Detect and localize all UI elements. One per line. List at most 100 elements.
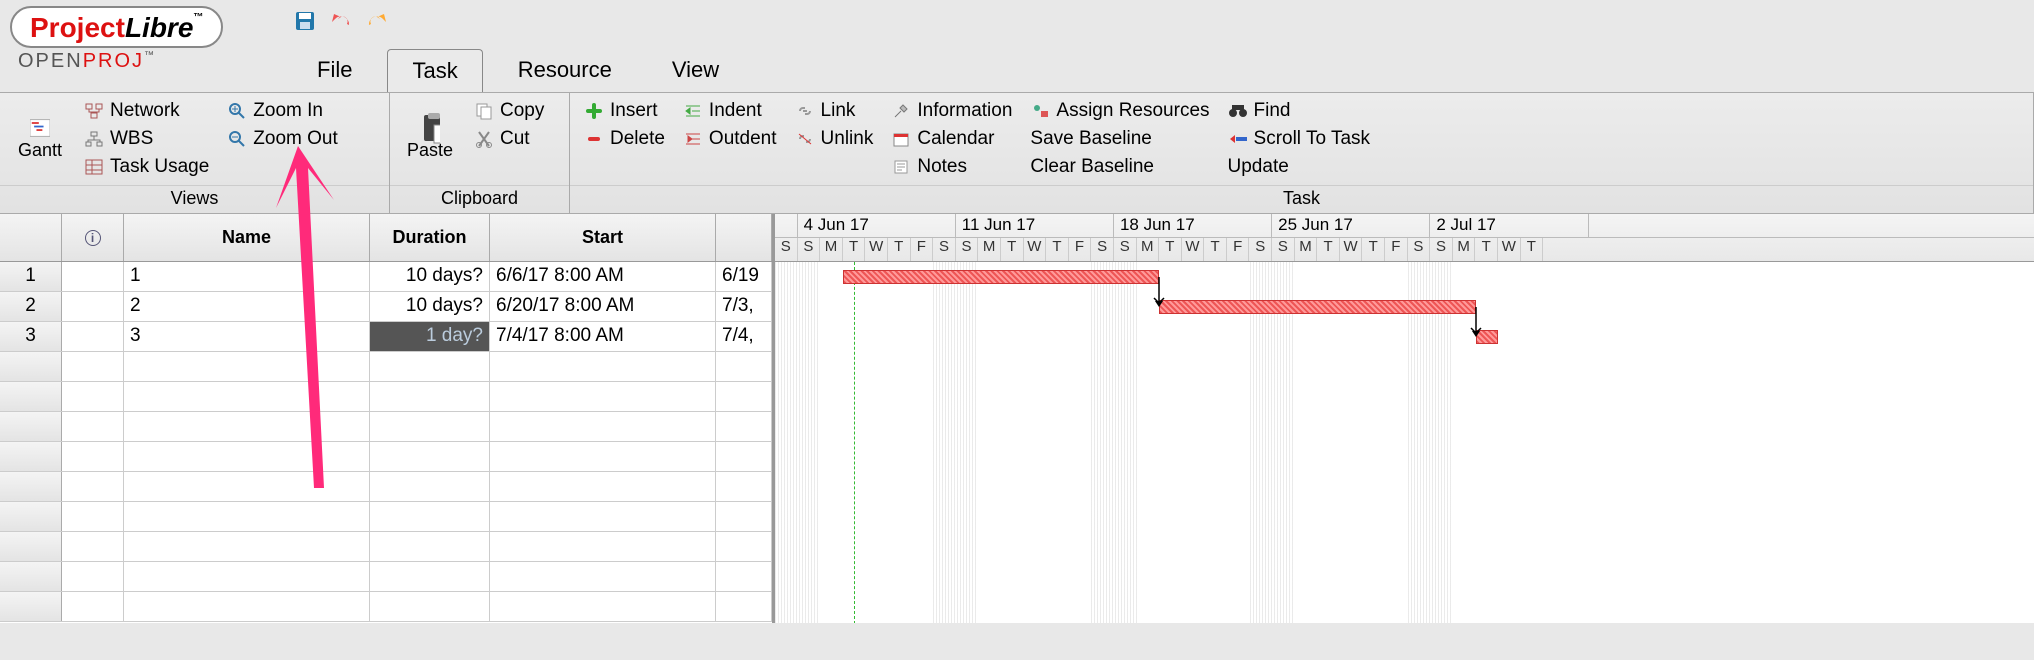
table-row[interactable]	[0, 532, 772, 562]
cell-start[interactable]: 6/6/17 8:00 AM	[490, 262, 716, 291]
gantt-bar[interactable]	[1159, 300, 1475, 314]
cell-duration[interactable]: 10 days?	[370, 292, 490, 321]
tab-task[interactable]: Task	[387, 49, 482, 92]
find-button[interactable]: Find	[1224, 99, 1375, 123]
notes-button[interactable]: Notes	[887, 155, 1016, 179]
day-header: T	[1159, 238, 1182, 261]
col-header-start[interactable]: Start	[490, 214, 716, 261]
cut-button[interactable]: Cut	[470, 127, 548, 151]
table-row[interactable]	[0, 502, 772, 532]
cell-finish[interactable]: 7/4,	[716, 322, 772, 351]
main-menu: File Task Resource View	[292, 48, 744, 92]
assign-resources-button[interactable]: Assign Resources	[1026, 99, 1213, 123]
cell-info[interactable]	[62, 262, 124, 291]
content-area: i Name Duration Start 1110 days?6/6/17 8…	[0, 213, 2034, 623]
day-header: T	[1362, 238, 1385, 261]
task-grid: i Name Duration Start 1110 days?6/6/17 8…	[0, 214, 775, 623]
table-row[interactable]	[0, 412, 772, 442]
gantt-icon	[30, 118, 50, 138]
scroll-to-task-button[interactable]: Scroll To Task	[1224, 127, 1375, 151]
minus-icon	[584, 129, 604, 149]
insert-button[interactable]: Insert	[580, 99, 669, 123]
table-row[interactable]	[0, 592, 772, 622]
calendar-icon	[891, 129, 911, 149]
col-header-name[interactable]: Name	[124, 214, 370, 261]
tab-view[interactable]: View	[647, 48, 744, 92]
cell-finish[interactable]: 6/19	[716, 262, 772, 291]
unlink-button[interactable]: Unlink	[791, 127, 878, 151]
paste-button[interactable]: Paste	[400, 99, 460, 179]
zoom-out-button[interactable]: Zoom Out	[223, 127, 341, 151]
indent-button[interactable]: Indent	[679, 99, 781, 123]
redo-button[interactable]	[364, 8, 390, 34]
save-baseline-button[interactable]: Save Baseline	[1026, 127, 1213, 151]
cell-info[interactable]	[62, 292, 124, 321]
network-button[interactable]: Network	[80, 99, 213, 123]
row-number[interactable]: 3	[0, 322, 62, 351]
binoculars-icon	[1228, 101, 1248, 121]
tab-file[interactable]: File	[292, 48, 377, 92]
zoom-in-button[interactable]: Zoom In	[223, 99, 341, 123]
cell-start[interactable]: 6/20/17 8:00 AM	[490, 292, 716, 321]
group-title-clipboard: Clipboard	[390, 185, 569, 213]
cell-info[interactable]	[62, 322, 124, 351]
clear-baseline-button[interactable]: Clear Baseline	[1026, 155, 1213, 179]
day-header: W	[865, 238, 888, 261]
task-usage-button[interactable]: Task Usage	[80, 155, 213, 179]
cell-start[interactable]: 7/4/17 8:00 AM	[490, 322, 716, 351]
cell-duration[interactable]: 1 day?	[370, 322, 490, 351]
cell-name[interactable]: 1	[124, 262, 370, 291]
day-header: S	[1249, 238, 1272, 261]
row-number[interactable]: 1	[0, 262, 62, 291]
day-header: M	[1295, 238, 1318, 261]
tools-icon	[891, 101, 911, 121]
table-row[interactable]	[0, 382, 772, 412]
table-row[interactable]	[0, 562, 772, 592]
cell-name[interactable]: 2	[124, 292, 370, 321]
cell-duration[interactable]: 10 days?	[370, 262, 490, 291]
gantt-chart[interactable]: 4 Jun 1711 Jun 1718 Jun 1725 Jun 172 Jul…	[775, 214, 2034, 623]
day-header: M	[978, 238, 1001, 261]
cell-finish[interactable]: 7/3,	[716, 292, 772, 321]
save-button[interactable]	[292, 8, 318, 34]
table-row[interactable]: 1110 days?6/6/17 8:00 AM6/19	[0, 262, 772, 292]
cell-name[interactable]: 3	[124, 322, 370, 351]
table-row[interactable]	[0, 442, 772, 472]
table-row[interactable]: 2210 days?6/20/17 8:00 AM7/3,	[0, 292, 772, 322]
calendar-button[interactable]: Calendar	[887, 127, 1016, 151]
link-button[interactable]: Link	[791, 99, 878, 123]
table-row[interactable]	[0, 472, 772, 502]
wbs-button[interactable]: WBS	[80, 127, 213, 151]
information-button[interactable]: Information	[887, 99, 1016, 123]
gantt-button[interactable]: Gantt	[10, 99, 70, 179]
copy-icon	[474, 101, 494, 121]
copy-button[interactable]: Copy	[470, 99, 548, 123]
row-number[interactable]: 2	[0, 292, 62, 321]
week-header: 18 Jun 17	[1114, 214, 1272, 237]
zoom-in-icon	[227, 101, 247, 121]
update-button[interactable]: Update	[1224, 155, 1375, 179]
day-header: T	[843, 238, 866, 261]
day-header: W	[1182, 238, 1205, 261]
day-header: S	[1430, 238, 1453, 261]
wbs-icon	[84, 129, 104, 149]
col-header-finish[interactable]	[716, 214, 772, 261]
col-header-row[interactable]	[0, 214, 62, 261]
grid-body: 1110 days?6/6/17 8:00 AM6/192210 days?6/…	[0, 262, 772, 622]
day-header: F	[1385, 238, 1408, 261]
delete-button[interactable]: Delete	[580, 127, 669, 151]
undo-button[interactable]	[328, 8, 354, 34]
day-header: S	[798, 238, 821, 261]
day-header: W	[1340, 238, 1363, 261]
table-row[interactable]	[0, 352, 772, 382]
outdent-button[interactable]: Outdent	[679, 127, 781, 151]
tab-resource[interactable]: Resource	[493, 48, 637, 92]
weekend-strip	[775, 262, 820, 623]
col-header-info[interactable]: i	[62, 214, 124, 261]
dependency-arrow	[1157, 275, 1177, 315]
logo-text-1: Project	[30, 12, 125, 43]
weekend-strip	[1091, 262, 1136, 623]
gantt-bar[interactable]	[843, 270, 1159, 284]
col-header-duration[interactable]: Duration	[370, 214, 490, 261]
table-row[interactable]: 331 day?7/4/17 8:00 AM7/4,	[0, 322, 772, 352]
